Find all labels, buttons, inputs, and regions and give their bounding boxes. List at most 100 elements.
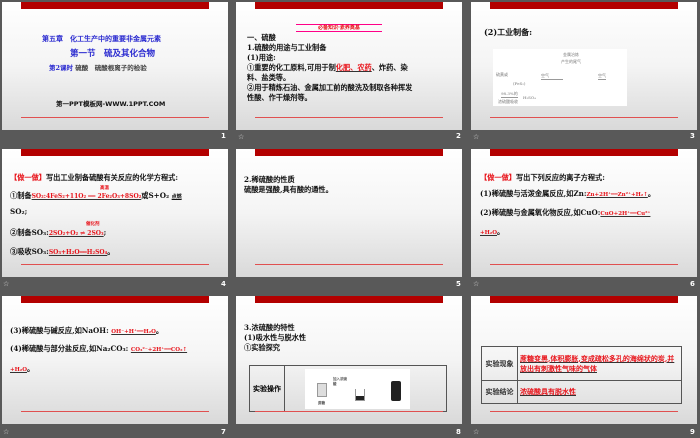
answer: Zn+2H⁺══Zn²⁺+H₂↑ (586, 192, 648, 198)
heading-1: 3.浓硫酸的特性 (244, 323, 295, 332)
try-tag: 【做一做】 (10, 173, 46, 182)
text: ①制备 (10, 191, 32, 200)
heading-3: ①实验探究 (244, 343, 280, 352)
lesson-label: 第2课时 (49, 64, 74, 72)
heading-3: (1)用途: (247, 53, 276, 62)
slide-number: 1 (221, 132, 226, 140)
banner: 必备知识·素养奠基 (296, 24, 382, 32)
slide-thumbnail-7[interactable]: (3)稀硫酸与碱反应,如NaOH: OH⁻+H⁺══H₂O 。 (4)稀硫酸与部分… (2, 296, 228, 424)
transition-icon: ☆ (473, 133, 480, 141)
text: ①重要的化工原料,可用于制 (247, 63, 336, 72)
experiment-table: 实验操作 加入浓硫酸 蔗糖 (249, 365, 447, 412)
text: 。 (647, 189, 656, 198)
slide-thumbnail-6[interactable]: 【做一做】写出下列反应的离子方程式: (1)稀硫酸与活泼金属反应,如Zn:Zn+… (471, 149, 697, 277)
question: 写出下列反应的离子方程式: (515, 173, 605, 182)
question: 写出工业制备硫酸有关反应的化学方程式: (45, 173, 178, 182)
title-bar (255, 296, 443, 303)
text: (3)稀硫酸与碱反应,如NaOH: (10, 326, 109, 335)
heading-2: (1)吸水性与脱水性 (244, 333, 307, 342)
title-bar (255, 149, 443, 156)
slide-number: 9 (690, 428, 695, 436)
text: (4)稀硫酸与部分盐反应,如Na₂CO₃: (10, 344, 129, 353)
slide-thumbnail-9[interactable]: 实验现象 蔗糖变黑,体积膨胀,变成疏松多孔的海绵状的炭,并放出有刺激性气味的气体… (471, 296, 697, 424)
text: ; (103, 228, 107, 237)
experiment-image-cell: 加入浓硫酸 蔗糖 (284, 365, 447, 412)
heading: (2)工业制备: (484, 27, 533, 37)
slide-thumbnail-8[interactable]: 3.浓硫酸的特性 (1)吸水性与脱水性 ①实验探究 实验操作 加入浓硫酸 蔗糖 (236, 296, 462, 424)
transition-icon: ☆ (473, 428, 480, 436)
condition: 催化剂 (86, 222, 100, 227)
answer: OH⁻+H⁺══H₂O (111, 329, 156, 335)
slide-thumbnail-2[interactable]: 必备知识·素养奠基 一、硫酸 1.硫酸的用途与工业制备 (1)用途: ①重要的化… (236, 2, 462, 130)
divider (21, 117, 209, 118)
transition-icon: ☆ (473, 280, 480, 288)
beaker-icon (355, 389, 365, 401)
slide-number: 5 (456, 280, 461, 288)
answer: CO₃²⁻+2H⁺══CO₂↑ (130, 347, 188, 353)
divider (255, 264, 443, 265)
slide-thumbnail-4[interactable]: 【做一做】写出工业制备硫酸有关反应的化学方程式: ①制备SO₂:4FeS₂+11… (2, 149, 228, 277)
slide-thumbnail-3[interactable]: (2)工业制备: 金属冶炼 产生的尾气 硫黄或 (FeS₂) 空气 空气 98.… (471, 2, 697, 130)
result-table: 实验现象 蔗糖变黑,体积膨胀,变成疏松多孔的海绵状的炭,并放出有刺激性气味的气体… (481, 346, 682, 404)
title-bar (21, 2, 209, 9)
carbon-column-icon (391, 381, 401, 401)
production-diagram: 金属冶炼 产生的尾气 硫黄或 (FeS₂) 空气 空气 98.3%的 浓硫酸吸收… (493, 49, 627, 106)
transition-icon: ☆ (3, 280, 10, 288)
slide-thumbnail-1[interactable]: 第五章 化工生产中的重要非金属元素 第一节 硫及其化合物 第2课时 硫酸 硫酸根… (2, 2, 228, 130)
slide-thumbnail-5[interactable]: 2.稀硫酸的性质 硫酸是强酸,具有酸的通性。 (236, 149, 462, 277)
lesson-title: 硫酸 硫酸根离子的检验 (75, 64, 147, 72)
text: (2)稀硫酸与金属氧化物反应,如CuO: (480, 208, 601, 217)
text: 。 (107, 247, 115, 256)
text: (1)稀硫酸与活泼金属反应,如Zn: (480, 189, 587, 198)
heading: 2.稀硫酸的性质 (244, 175, 295, 184)
slide-number: 3 (690, 132, 695, 140)
text: ②制备SO₃: (10, 228, 49, 237)
condition: 点燃 (171, 194, 182, 200)
answer: +H₂O (480, 230, 498, 236)
beaker-icon (317, 383, 327, 397)
text: SO₂; (10, 207, 28, 216)
text: 料、盐类等。 (247, 73, 291, 82)
slide-number: 2 (456, 132, 461, 140)
divider (490, 411, 678, 412)
text: 硫酸是强酸,具有酸的通性。 (244, 185, 333, 194)
row-label: 实验操作 (249, 365, 285, 412)
heading-1: 一、硫酸 (247, 33, 276, 42)
title-bar (490, 296, 678, 303)
divider (255, 411, 443, 412)
title-bar (490, 149, 678, 156)
site-text: 第一PPT模板网-WWW.1PPT.COM (56, 100, 166, 108)
title-bar (21, 296, 209, 303)
row-label: 实验现象 (481, 346, 518, 381)
transition-icon: ☆ (238, 133, 245, 141)
slide-number: 4 (221, 280, 226, 288)
slide-number: 6 (690, 280, 695, 288)
divider (255, 117, 443, 118)
title-bar (490, 2, 678, 9)
slide-number: 8 (456, 428, 461, 436)
slide-number: 7 (221, 428, 226, 436)
title-bar (255, 2, 443, 9)
divider (490, 117, 678, 118)
experiment-image: 加入浓硫酸 蔗糖 (305, 369, 410, 409)
title-bar (21, 149, 209, 156)
row-label: 实验结论 (481, 380, 518, 404)
divider (21, 411, 209, 412)
row-value: 浓硫酸具有脱水性 (517, 380, 682, 404)
text: 。 (27, 364, 35, 373)
answer: SO₂:4FeS₂+11O₂ ══ 2Fe₂O₃+8SO₂ (31, 193, 142, 200)
text: 、炸药、染 (371, 63, 408, 72)
text: ③吸收SO₃: (10, 247, 49, 256)
answer: SO₃+H₂O══H₂SO₄ (48, 249, 108, 256)
text: 性酸、作干燥剂等。 (247, 93, 312, 102)
try-tag: 【做一做】 (480, 173, 516, 182)
condition: 高温 (100, 186, 109, 191)
row-value: 蔗糖变黑,体积膨胀,变成疏松多孔的海绵状的炭,并放出有刺激性气味的气体 (517, 346, 682, 381)
heading-2: 1.硫酸的用途与工业制备 (247, 43, 327, 52)
text: 或S+O₂ (141, 191, 170, 200)
divider (21, 264, 209, 265)
answer: CuO+2H⁺══Cu²⁺ (600, 211, 651, 217)
divider (490, 264, 678, 265)
section-title: 第一节 硫及其化合物 (70, 49, 156, 59)
chapter-title: 第五章 化工生产中的重要非金属元素 (42, 35, 161, 43)
